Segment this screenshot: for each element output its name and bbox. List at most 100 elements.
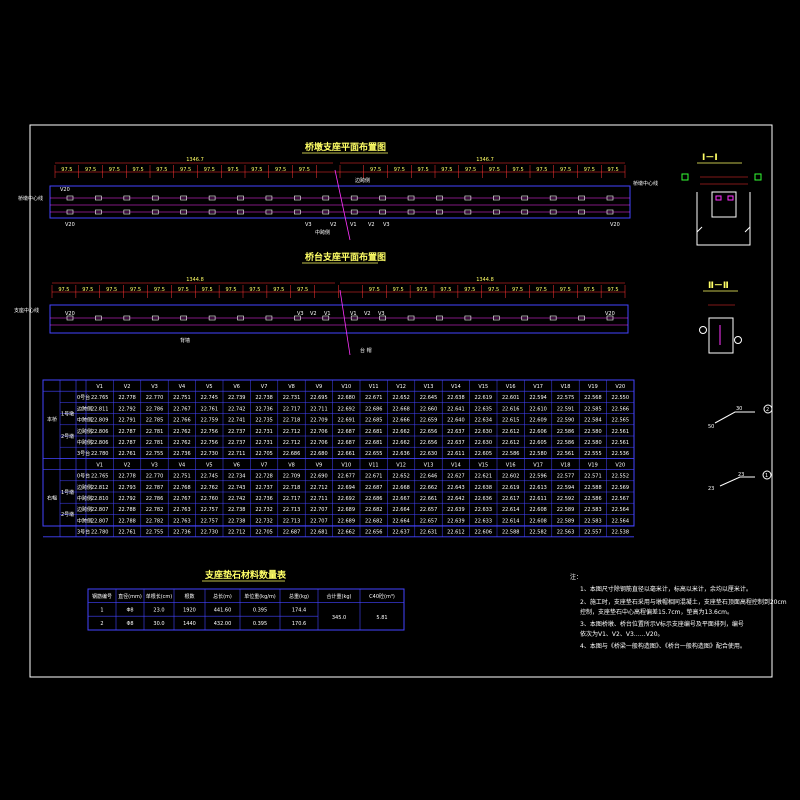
elev-cell: 22.634 bbox=[475, 418, 493, 424]
spacing-label: 97.5 bbox=[204, 167, 215, 173]
elev-cell: 22.538 bbox=[612, 530, 630, 536]
elev-cell: 22.681 bbox=[365, 440, 383, 446]
elev-cell: 22.568 bbox=[584, 395, 602, 401]
plan2-dim-left: 1344.8 bbox=[186, 277, 204, 283]
spacing-label: 97.5 bbox=[488, 287, 499, 293]
spacing-label: 97.5 bbox=[249, 287, 260, 293]
material-cell: 170.6 bbox=[292, 621, 306, 627]
elev-cell: 22.612 bbox=[502, 429, 520, 435]
elev-col-header: V18 bbox=[561, 462, 571, 468]
elev-cell: 22.569 bbox=[612, 485, 630, 491]
elev-cell: 22.730 bbox=[201, 451, 219, 457]
elev-cell: 22.751 bbox=[173, 474, 191, 480]
plan1-text-b: 中跨侧 bbox=[315, 229, 330, 236]
rebar2-dim-b: 30 bbox=[736, 406, 742, 412]
spacing-label: 97.5 bbox=[512, 287, 523, 293]
elev-cell: 22.662 bbox=[420, 485, 438, 491]
elev-cell: 22.685 bbox=[365, 418, 383, 424]
elev-row-label: 中跨侧 bbox=[77, 495, 92, 502]
spacing-label: 97.5 bbox=[465, 167, 476, 173]
elev-cell: 22.707 bbox=[310, 518, 328, 524]
note-line: 依次为V1、V2、V3……V20。 bbox=[580, 630, 664, 638]
material-total: 345.0 bbox=[332, 615, 346, 621]
elev-cell: 22.637 bbox=[392, 530, 410, 536]
elev-col-header: V8 bbox=[288, 384, 295, 390]
elev-row-label: 中跨侧 bbox=[77, 439, 92, 446]
spacing-label: 97.5 bbox=[560, 287, 571, 293]
spacing-label: 97.5 bbox=[251, 167, 262, 173]
elev-cell: 22.780 bbox=[91, 451, 109, 457]
rebar-detail-1: 23 23 1 bbox=[708, 470, 772, 492]
spacing-label: 97.5 bbox=[441, 167, 452, 173]
note-line: 控制，支座垫石中心高程偏差15.7cm，垫高为13.6cm。 bbox=[580, 608, 733, 616]
plan2-text-a: 背墙 bbox=[180, 337, 190, 344]
plan1-sub-label: V1 bbox=[350, 222, 357, 228]
elev-cell: 22.806 bbox=[91, 440, 109, 446]
elev-cell: 22.563 bbox=[557, 530, 575, 536]
elev-cell: 22.705 bbox=[255, 451, 273, 457]
spacing-label: 97.5 bbox=[513, 167, 524, 173]
elev-cell: 22.641 bbox=[447, 406, 465, 412]
elev-cell: 22.745 bbox=[201, 395, 219, 401]
elev-cell: 22.762 bbox=[173, 440, 191, 446]
elev-cell: 22.664 bbox=[392, 518, 410, 524]
elev-cell: 22.810 bbox=[91, 496, 109, 502]
elev-col-header: V9 bbox=[316, 462, 323, 468]
spacing-label: 97.5 bbox=[130, 287, 141, 293]
elev-cell: 22.691 bbox=[338, 418, 356, 424]
elev-col-header: V10 bbox=[341, 462, 351, 468]
note-line: 1、本图尺寸除钢筋直径以毫米计，标高以米计，余均以厘米计。 bbox=[580, 585, 752, 593]
elev-cell: 22.689 bbox=[338, 518, 356, 524]
material-header: 合计重(kg) bbox=[327, 593, 352, 600]
elev-col-header: V6 bbox=[233, 384, 240, 390]
elev-cell: 22.652 bbox=[392, 474, 410, 480]
elev-cell: 22.692 bbox=[338, 406, 356, 412]
elev-cell: 22.707 bbox=[310, 507, 328, 513]
spacing-label: 97.5 bbox=[61, 167, 72, 173]
rebar1-num: 1 bbox=[765, 473, 768, 479]
elev-cell: 22.781 bbox=[146, 429, 164, 435]
elev-col-header: V12 bbox=[396, 384, 406, 390]
elev-col-header: V15 bbox=[478, 462, 488, 468]
elev-col-header: V9 bbox=[316, 384, 323, 390]
elev-col-header: V20 bbox=[615, 462, 625, 468]
elev-cell: 22.717 bbox=[283, 496, 301, 502]
elev-cell: 22.792 bbox=[118, 406, 136, 412]
elev-cell: 22.586 bbox=[557, 429, 575, 435]
material-header: 总重(kg) bbox=[289, 593, 309, 600]
elev-cell: 22.608 bbox=[529, 518, 547, 524]
plan2-text-b: 台 帽 bbox=[360, 347, 372, 354]
elev-cell: 22.738 bbox=[228, 507, 246, 513]
elev-cell: 22.736 bbox=[173, 451, 191, 457]
elev-col-header: V1 bbox=[96, 462, 103, 468]
elev-cell: 22.656 bbox=[420, 440, 438, 446]
spacing-label: 97.5 bbox=[370, 167, 381, 173]
elev-cell: 22.586 bbox=[584, 496, 602, 502]
elev-cell: 22.713 bbox=[283, 507, 301, 513]
elev-sub-label: 1号墩 bbox=[61, 489, 74, 496]
elev-sub-label: 1号墩 bbox=[61, 410, 74, 417]
elev-cell: 22.582 bbox=[529, 530, 547, 536]
elev-col-header: V7 bbox=[261, 384, 268, 390]
elev-cell: 22.627 bbox=[447, 474, 465, 480]
elev-cell: 22.756 bbox=[201, 429, 219, 435]
elev-cell: 22.763 bbox=[173, 507, 191, 513]
elev-cell: 22.564 bbox=[612, 518, 630, 524]
spacing-label: 97.5 bbox=[299, 167, 310, 173]
spacing-label: 97.5 bbox=[608, 167, 619, 173]
elev-cell: 22.686 bbox=[365, 406, 383, 412]
spacing-label: 97.5 bbox=[536, 287, 547, 293]
elev-col-header: V4 bbox=[179, 384, 186, 390]
elev-cell: 22.667 bbox=[392, 496, 410, 502]
elev-cell: 22.637 bbox=[447, 440, 465, 446]
elev-cell: 22.645 bbox=[420, 395, 438, 401]
elev-cell: 22.606 bbox=[529, 429, 547, 435]
material-cell: 432.00 bbox=[214, 621, 232, 627]
elev-cell: 22.781 bbox=[146, 440, 164, 446]
material-cell: 23.0 bbox=[153, 608, 164, 614]
elev-cell: 22.742 bbox=[228, 496, 246, 502]
elev-cell: 22.762 bbox=[201, 485, 219, 491]
plan2-sub-label: V2 bbox=[310, 311, 317, 317]
elevation-table: V1 V2 V3 V4 V5 V6 V7 V8 V9 V10 V11 V12 V13 V14 V15 V16 V… bbox=[42, 379, 635, 538]
elev-row-label: 0号台 bbox=[77, 394, 90, 401]
